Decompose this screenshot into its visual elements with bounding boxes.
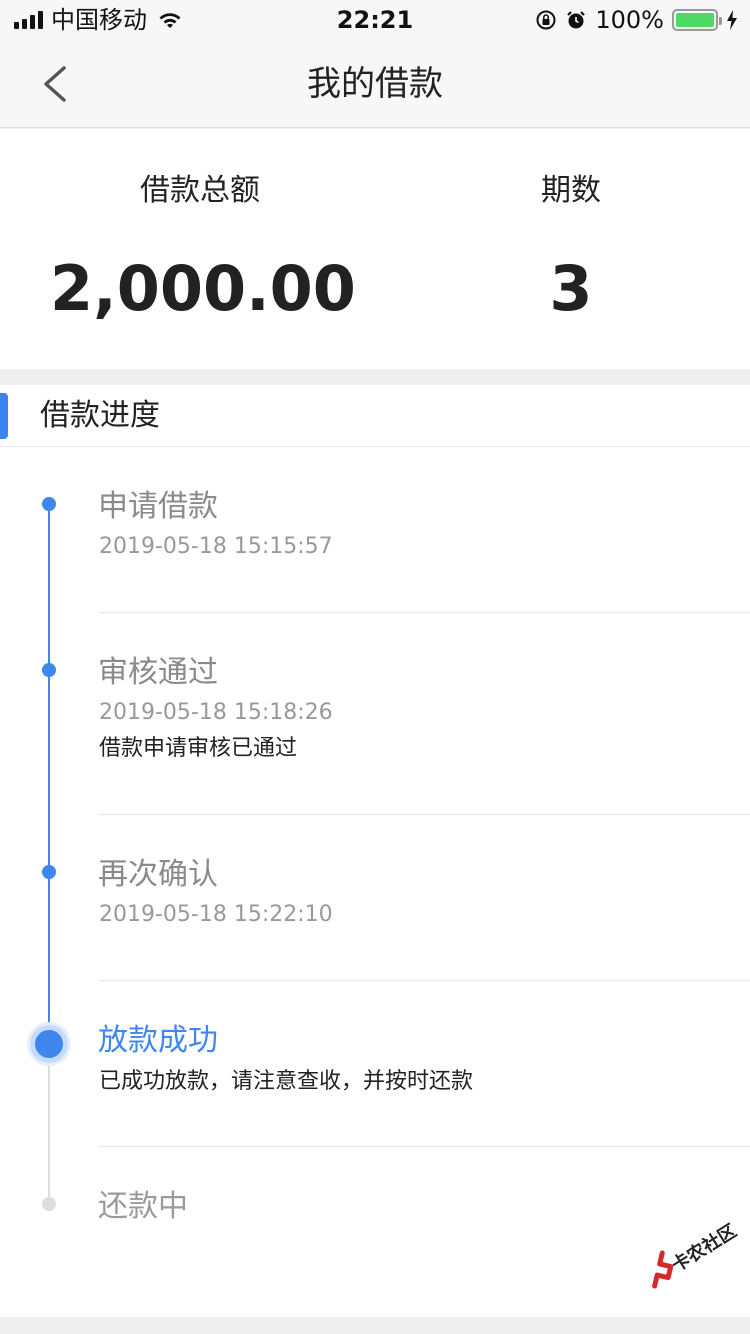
step-divider (98, 1146, 750, 1147)
periods-label: 期数 (541, 173, 601, 208)
periods-value: 3 (549, 252, 593, 325)
section-accent-bar (0, 393, 8, 439)
total-amount-value: 2,000.00 (50, 252, 356, 325)
step-description: 借款申请审核已通过 (99, 736, 298, 761)
step-title: 申请借款 (98, 489, 218, 524)
step-dot-done (42, 865, 56, 879)
timeline-completed-line (48, 503, 50, 1045)
section-title: 借款进度 (40, 398, 160, 433)
step-title: 放款成功 (98, 1023, 218, 1058)
bottom-strip (0, 1317, 750, 1334)
alarm-icon (567, 11, 586, 29)
step-dot-pending (42, 1197, 56, 1211)
step-dot-done (42, 497, 56, 511)
step-description: 已成功放款，请注意查收，并按时还款 (99, 1069, 474, 1094)
step-title: 再次确认 (98, 857, 218, 892)
step-title: 还款中 (98, 1189, 188, 1224)
nav-bar: 我的借款 (0, 40, 750, 128)
page-title: 我的借款 (307, 64, 443, 104)
loan-progress-card: 借款进度 申请借款 2019-05-18 15:15:57 审核通过 2019-… (0, 385, 750, 1317)
rotation-lock-icon (536, 10, 556, 30)
section-header: 借款进度 (0, 385, 750, 447)
loan-summary: 借款总额 2,000.00 期数 3 (0, 129, 750, 369)
status-bar: 中国移动 22:21 100% (0, 0, 750, 40)
step-time: 2019-05-18 15:15:57 (99, 534, 333, 559)
step-time: 2019-05-18 15:22:10 (99, 902, 333, 927)
total-amount-label: 借款总额 (140, 173, 260, 208)
step-divider (98, 814, 750, 815)
svg-text:卡农社区: 卡农社区 (668, 1220, 741, 1277)
battery-percentage: 100% (595, 6, 664, 34)
battery-icon (672, 9, 722, 31)
step-title: 审核通过 (98, 655, 218, 690)
charging-bolt-icon (727, 10, 737, 30)
watermark-logo: 卡农社区 (652, 1220, 741, 1289)
step-dot-current (30, 1025, 68, 1063)
step-divider (98, 612, 750, 613)
step-divider (98, 980, 750, 981)
step-time: 2019-05-18 15:18:26 (99, 700, 333, 725)
step-dot-done (42, 663, 56, 677)
timeline-pending-line (48, 1045, 50, 1205)
